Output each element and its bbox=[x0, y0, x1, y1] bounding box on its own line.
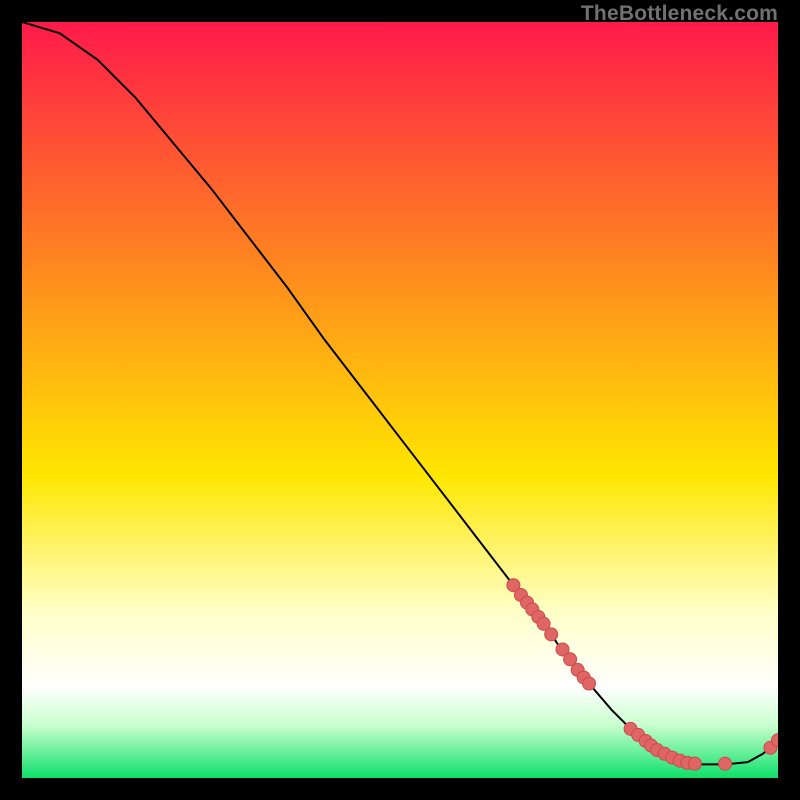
curve-marker bbox=[583, 677, 596, 690]
watermark-text: TheBottleneck.com bbox=[581, 2, 778, 26]
curve-marker bbox=[688, 757, 701, 770]
chart-plot-area bbox=[22, 22, 778, 778]
gradient-background bbox=[22, 22, 778, 778]
chart-canvas: TheBottleneck.com bbox=[0, 0, 800, 800]
curve-marker bbox=[719, 757, 732, 770]
curve-marker bbox=[545, 628, 558, 641]
